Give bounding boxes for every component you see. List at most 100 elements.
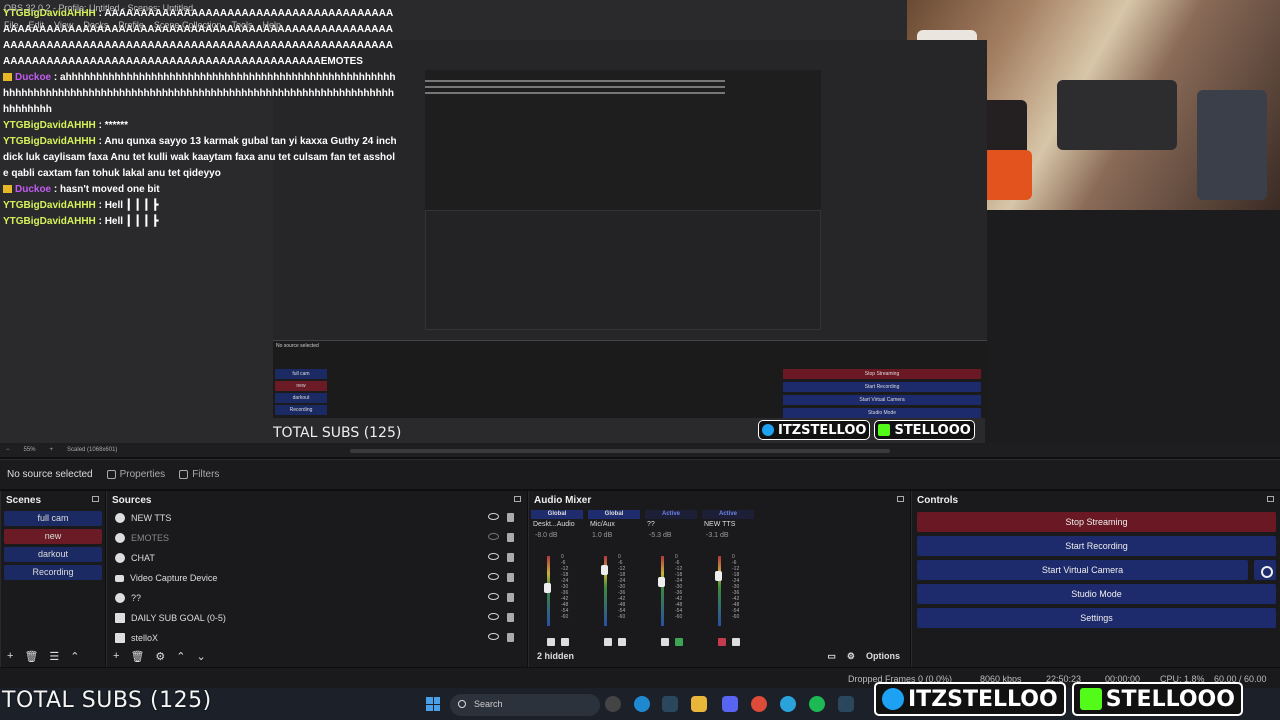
chat-text: Hell ┃ ┃ ┃ ┣: [104, 216, 159, 227]
menu-item[interactable]: Docks: [83, 20, 108, 30]
virtual-camera-settings-icon[interactable]: [1254, 560, 1276, 580]
menu-item[interactable]: Help: [262, 20, 281, 30]
steam-icon-2[interactable]: [838, 696, 854, 712]
volume-slider[interactable]: [658, 577, 665, 587]
scene-item[interactable]: full cam: [4, 511, 102, 526]
mixer-channel-tab[interactable]: Global: [588, 510, 640, 519]
add-source-button[interactable]: +: [113, 650, 119, 662]
eye-icon[interactable]: [488, 633, 499, 640]
nested-brand-overlay: ITZSTELLOO STELLOOO: [758, 420, 975, 440]
gear-icon: [106, 470, 116, 479]
move-down-button[interactable]: ⌄: [197, 650, 206, 663]
mixer-advanced-button[interactable]: ⚙: [847, 651, 855, 662]
undock-icon[interactable]: [92, 496, 99, 502]
source-item[interactable]: ??: [107, 588, 527, 608]
menu-item[interactable]: Tools: [231, 20, 252, 30]
mixer-channel-name[interactable]: Deskt...Audio: [531, 519, 583, 532]
eye-icon[interactable]: [488, 613, 499, 620]
menu-item[interactable]: File: [4, 20, 19, 30]
zoom-in-button[interactable]: +: [50, 447, 54, 453]
eye-icon[interactable]: [488, 513, 499, 520]
nested-control: Stop Streaming: [783, 369, 981, 379]
mixer-channel-name[interactable]: ??: [645, 519, 697, 532]
settings-button[interactable]: Settings: [917, 608, 1276, 628]
nested-preview-inner: [425, 70, 821, 330]
volume-slider[interactable]: [715, 571, 722, 581]
lock-icon[interactable]: [507, 613, 514, 622]
start-virtual-camera-button[interactable]: Start Virtual Camera: [917, 560, 1276, 580]
eye-icon[interactable]: [488, 553, 499, 560]
move-up-button[interactable]: ⌃: [70, 650, 79, 663]
tile: [426, 704, 433, 711]
undock-icon[interactable]: [514, 496, 521, 502]
discord-icon[interactable]: [722, 696, 738, 712]
window-title: OBS 32.0.2 - Profile: Untitled - Scenes:…: [4, 3, 194, 13]
filter-icon: [179, 470, 189, 479]
lock-icon[interactable]: [507, 533, 514, 542]
scene-list: full cam new darkout Recording: [1, 511, 105, 580]
meter-scale: 0 -6 -12 -18 -24 -30 -36 -42 -48 -54 -60: [675, 554, 682, 620]
lock-icon[interactable]: [507, 593, 514, 602]
scene-filter-button[interactable]: ☰: [49, 650, 59, 663]
menu-item[interactable]: Profile: [118, 20, 144, 30]
lock-icon[interactable]: [507, 573, 514, 582]
scene-item[interactable]: Recording: [4, 565, 102, 580]
volume-slider[interactable]: [601, 565, 608, 575]
source-item[interactable]: Video Capture Device: [107, 568, 527, 588]
chat-separator: :: [95, 200, 105, 211]
filters-button[interactable]: Filters: [179, 469, 219, 480]
tile: [426, 697, 433, 704]
menu-item[interactable]: Edit: [29, 20, 45, 30]
source-item[interactable]: NEW TTS: [107, 508, 527, 528]
mixer-channel-tab[interactable]: Global: [531, 510, 583, 519]
scale-select[interactable]: Scaled (1068x601): [67, 447, 117, 453]
taskbar-search[interactable]: Search: [450, 694, 600, 716]
eye-icon[interactable]: [488, 573, 499, 580]
mixer-layout-button[interactable]: ▭: [827, 651, 836, 662]
scene-item[interactable]: new: [4, 529, 102, 544]
mixer-options-button[interactable]: Options: [866, 651, 900, 661]
volume-slider[interactable]: [544, 583, 551, 593]
mixer-channel-name[interactable]: NEW TTS: [702, 519, 754, 532]
mixer-channel-tab[interactable]: Active: [645, 510, 697, 519]
browser-icon: [115, 593, 125, 603]
undock-icon[interactable]: [897, 496, 904, 502]
undock-icon[interactable]: [1267, 496, 1274, 502]
menu-item[interactable]: View: [54, 20, 73, 30]
preview-scrollbar[interactable]: [350, 449, 890, 453]
studio-mode-button[interactable]: Studio Mode: [917, 584, 1276, 604]
edge-icon[interactable]: [634, 696, 650, 712]
mixer-channel-name[interactable]: Mic/Aux: [588, 519, 640, 532]
lock-icon[interactable]: [507, 553, 514, 562]
remove-scene-button[interactable]: 🗑: [24, 650, 38, 663]
eye-hidden-icon[interactable]: [488, 533, 499, 540]
preview-canvas[interactable]: No source selected full cam new darkout …: [0, 0, 1280, 443]
chrome-icon[interactable]: [751, 696, 767, 712]
properties-button[interactable]: Properties: [106, 469, 165, 480]
source-item[interactable]: DAILY SUB GOAL (0-5): [107, 608, 527, 628]
start-recording-button[interactable]: Start Recording: [917, 536, 1276, 556]
telegram-icon[interactable]: [780, 696, 796, 712]
scenes-header: Scenes: [1, 491, 105, 508]
stop-streaming-button[interactable]: Stop Streaming: [917, 512, 1276, 532]
steam-icon[interactable]: [662, 696, 678, 712]
file-explorer-icon[interactable]: [691, 696, 707, 712]
remove-source-button[interactable]: 🗑: [130, 650, 144, 663]
lock-icon[interactable]: [507, 633, 514, 642]
menu-item[interactable]: Scene Collection: [154, 20, 222, 30]
spotify-icon[interactable]: [809, 696, 825, 712]
mixer-channel-tab[interactable]: Active: [702, 510, 754, 519]
eye-icon[interactable]: [488, 593, 499, 600]
source-item[interactable]: CHAT: [107, 548, 527, 568]
move-up-button[interactable]: ⌃: [176, 650, 185, 663]
image-icon: [115, 633, 125, 643]
source-item[interactable]: EMOTES: [107, 528, 527, 548]
obs-icon[interactable]: [605, 696, 621, 712]
add-scene-button[interactable]: +: [7, 650, 13, 662]
windows-start-icon[interactable]: [426, 697, 440, 711]
lock-icon[interactable]: [507, 513, 514, 522]
sources-dock: Sources NEW TTS EMOTES CHAT Video Capture D…: [106, 491, 527, 667]
source-properties-button[interactable]: ⚙: [155, 650, 165, 663]
scene-item[interactable]: darkout: [4, 547, 102, 562]
zoom-out-button[interactable]: −: [6, 447, 10, 453]
